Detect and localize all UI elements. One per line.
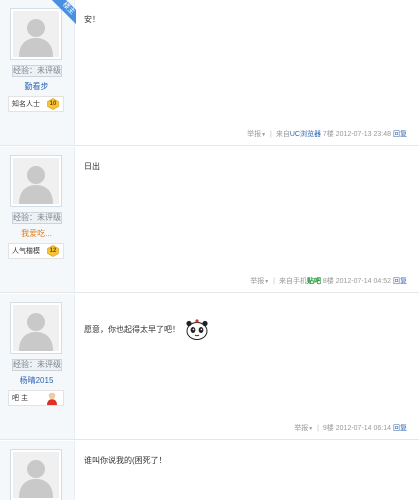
report-link[interactable]: 举报 <box>247 131 261 138</box>
avatar[interactable] <box>10 449 62 500</box>
default-avatar-icon <box>13 305 59 351</box>
post-text: 愿意，你也起得太早了吧！ <box>84 325 180 335</box>
bar-owner-icon <box>45 391 59 405</box>
owner-badge[interactable]: 吧 主 <box>8 390 64 406</box>
op-ribbon: 楼主 <box>52 0 76 24</box>
post-floor-7: 楼主 经验：未评级 勤看步 知名人士 10 安！ 举报▼ | 来自UC浏览器 7… <box>0 0 419 146</box>
via-prefix: 来自 <box>275 131 290 138</box>
post-floor-8: 经验：未评级 我爱吃... 人气楷模 12 日出 举报▼ | 来自手机贴吧 8楼… <box>0 147 419 293</box>
level-badge-icon: 12 <box>47 245 59 257</box>
floor-number: 8楼 <box>322 278 334 285</box>
badge-title: 吧 主 <box>12 395 28 402</box>
post-datetime: 2012-07-14 04:52 <box>335 278 392 285</box>
badge-title: 知名人士 <box>12 101 40 108</box>
default-avatar-icon <box>13 158 59 204</box>
floor-number: 7楼 <box>322 131 334 138</box>
experience-label: 经验：未评级 <box>12 65 62 77</box>
post-datetime: 2012-07-13 23:48 <box>335 131 392 138</box>
panda-emoji-icon <box>186 319 208 340</box>
post-floor-10: 谁叫你说我的(困死了！ <box>0 441 419 500</box>
post-meta: 举报▼ | 9楼 2012-07-14 06:14 回复 <box>294 423 407 433</box>
reply-link[interactable]: 回复 <box>393 425 407 432</box>
post-datetime: 2012-07-14 06:14 <box>335 425 392 432</box>
experience-label: 经验：未评级 <box>12 212 62 224</box>
via-source-link[interactable]: 贴吧 <box>307 278 321 285</box>
caret-down-icon: ▼ <box>264 279 270 285</box>
username-link[interactable]: 勤看步 <box>0 81 73 93</box>
author-sidebar: 经验：未评级 杨晴2015 吧 主 <box>0 294 75 439</box>
author-sidebar <box>0 441 75 500</box>
default-avatar-icon <box>13 452 59 498</box>
level-badge-icon: 10 <box>47 98 59 110</box>
badge-title: 人气楷模 <box>12 248 40 255</box>
level-badge[interactable]: 知名人士 10 <box>8 96 64 112</box>
avatar[interactable] <box>10 155 62 207</box>
reply-link[interactable]: 回复 <box>393 131 407 138</box>
divider: | <box>273 278 275 285</box>
via-prefix: 来自手机 <box>278 278 307 285</box>
post-content: 日出 <box>84 162 100 171</box>
level-number: 10 <box>49 101 57 107</box>
username-link[interactable]: 杨晴2015 <box>0 375 73 387</box>
post-floor-9: 经验：未评级 杨晴2015 吧 主 愿意，你也起得太早了吧！ 举报▼ | 9楼 … <box>0 294 419 440</box>
avatar[interactable] <box>10 302 62 354</box>
level-badge[interactable]: 人气楷模 12 <box>8 243 64 259</box>
report-link[interactable]: 举报 <box>250 278 264 285</box>
post-content: 愿意，你也起得太早了吧！ <box>84 319 210 341</box>
author-sidebar: 经验：未评级 我爱吃... 人气楷模 12 <box>0 147 75 292</box>
divider: | <box>270 131 272 138</box>
post-content: 安！ <box>84 15 100 24</box>
via-source-link[interactable]: UC浏览器 <box>290 131 321 138</box>
caret-down-icon: ▼ <box>261 132 267 138</box>
divider: | <box>317 425 319 432</box>
post-meta: 举报▼ | 来自UC浏览器 7楼 2012-07-13 23:48 回复 <box>247 129 407 139</box>
reply-link[interactable]: 回复 <box>393 278 407 285</box>
username-link[interactable]: 我爱吃... <box>0 228 73 240</box>
report-link[interactable]: 举报 <box>294 425 308 432</box>
post-content: 谁叫你说我的(困死了！ <box>84 456 167 465</box>
experience-label: 经验：未评级 <box>12 359 62 371</box>
level-number: 12 <box>49 248 57 254</box>
post-meta: 举报▼ | 来自手机贴吧 8楼 2012-07-14 04:52 回复 <box>250 276 407 286</box>
floor-number: 9楼 <box>322 425 334 432</box>
caret-down-icon: ▼ <box>308 426 314 432</box>
author-sidebar: 楼主 经验：未评级 勤看步 知名人士 10 <box>0 0 76 145</box>
